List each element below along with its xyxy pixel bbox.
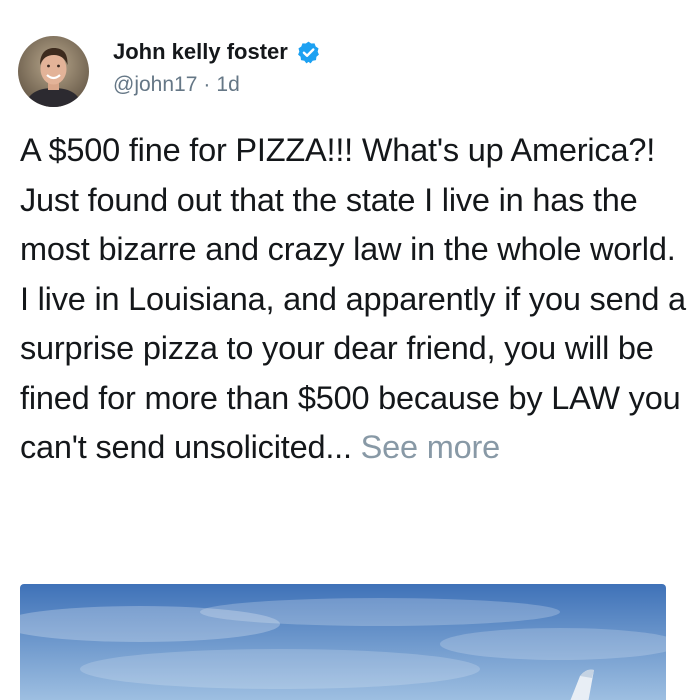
tweet-media-photo[interactable] <box>20 584 666 700</box>
tweet-text: A $500 fine for PIZZA!!! What's up Ameri… <box>20 126 688 473</box>
tweet-meta: @john17 · 1d <box>113 72 240 98</box>
tweet-timestamp[interactable]: 1d <box>216 73 239 97</box>
avatar-photo-icon <box>18 36 89 107</box>
verified-badge-icon <box>296 40 321 65</box>
see-more-link[interactable]: See more <box>361 429 501 465</box>
sky-photo-icon <box>20 584 666 700</box>
author-name-row: John kelly foster <box>113 38 321 66</box>
author-handle[interactable]: @john17 <box>113 73 197 97</box>
tweet-card: John kelly foster @john17 · 1d A $500 fi… <box>0 0 700 700</box>
tweet-body: A $500 fine for PIZZA!!! What's up Ameri… <box>20 132 686 465</box>
meta-separator: · <box>203 73 211 96</box>
author-display-name[interactable]: John kelly foster <box>113 39 288 65</box>
author-avatar[interactable] <box>18 36 89 107</box>
